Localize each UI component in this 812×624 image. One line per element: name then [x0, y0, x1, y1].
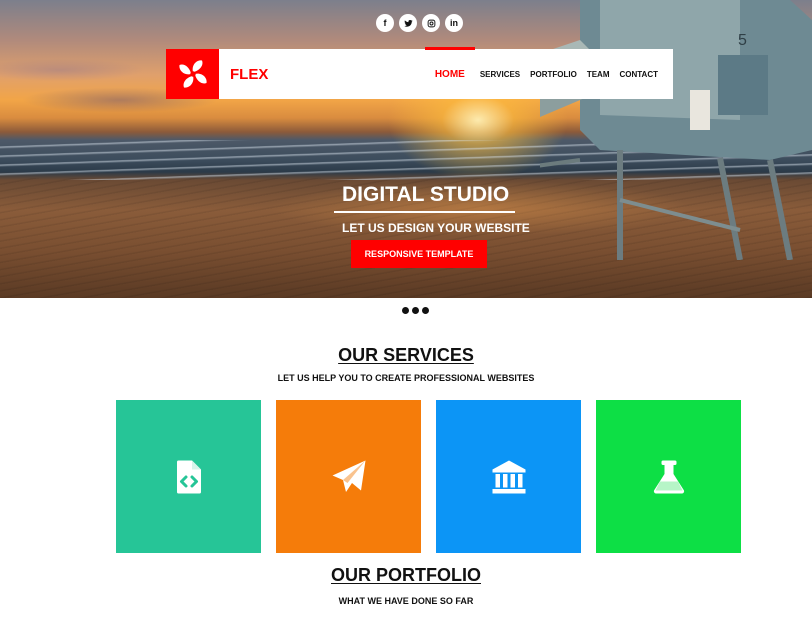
portfolio-subtitle: WHAT WE HAVE DONE SO FAR: [338, 596, 474, 606]
service-cards: [116, 400, 741, 553]
facebook-icon[interactable]: f: [376, 14, 394, 32]
service-card-bank[interactable]: [436, 400, 581, 553]
service-card-send[interactable]: [276, 400, 421, 553]
slider-dot[interactable]: [412, 307, 419, 314]
nav-links: HOME SERVICES PORTFOLIO TEAM CONTACT: [424, 47, 663, 99]
services-title: OUR SERVICES: [338, 345, 474, 365]
portfolio-title: OUR PORTFOLIO: [331, 565, 481, 585]
lifeguard-tower-image: 5: [340, 0, 812, 261]
paper-plane-icon: [332, 460, 365, 492]
linkedin-icon[interactable]: in: [445, 14, 463, 32]
nav-home[interactable]: HOME: [424, 47, 475, 99]
code-file-icon: [176, 460, 201, 493]
svg-text:5: 5: [738, 32, 747, 49]
twitter-bird-glyph: [403, 19, 413, 27]
twitter-icon[interactable]: [399, 14, 417, 32]
hero-divider: [334, 211, 515, 213]
slider-dot[interactable]: [402, 307, 409, 314]
nav-contact[interactable]: CONTACT: [614, 49, 663, 99]
slider-dot[interactable]: [422, 307, 429, 314]
instagram-icon[interactable]: [422, 14, 440, 32]
social-links: f in: [376, 14, 463, 32]
slider-dots: [402, 307, 429, 314]
nav-services[interactable]: SERVICES: [475, 49, 525, 99]
responsive-template-button[interactable]: RESPONSIVE TEMPLATE: [351, 240, 487, 268]
service-card-code[interactable]: [116, 400, 261, 553]
nav-portfolio[interactable]: PORTFOLIO: [525, 49, 582, 99]
hero-title: DIGITAL STUDIO: [342, 183, 510, 206]
bank-icon: [492, 460, 525, 493]
main-navbar: FLEX HOME SERVICES PORTFOLIO TEAM CONTAC…: [166, 47, 673, 99]
services-subtitle: LET US HELP YOU TO CREATE PROFESSIONAL W…: [277, 373, 535, 383]
logo[interactable]: [166, 49, 219, 99]
flask-icon: [653, 460, 684, 493]
instagram-camera-glyph: [427, 19, 435, 27]
pinwheel-logo-icon: [178, 60, 207, 88]
hero-subtitle: LET US DESIGN YOUR WEBSITE: [342, 221, 530, 235]
brand-name[interactable]: FLEX: [230, 66, 268, 83]
nav-team[interactable]: TEAM: [582, 49, 615, 99]
service-card-lab[interactable]: [596, 400, 741, 553]
